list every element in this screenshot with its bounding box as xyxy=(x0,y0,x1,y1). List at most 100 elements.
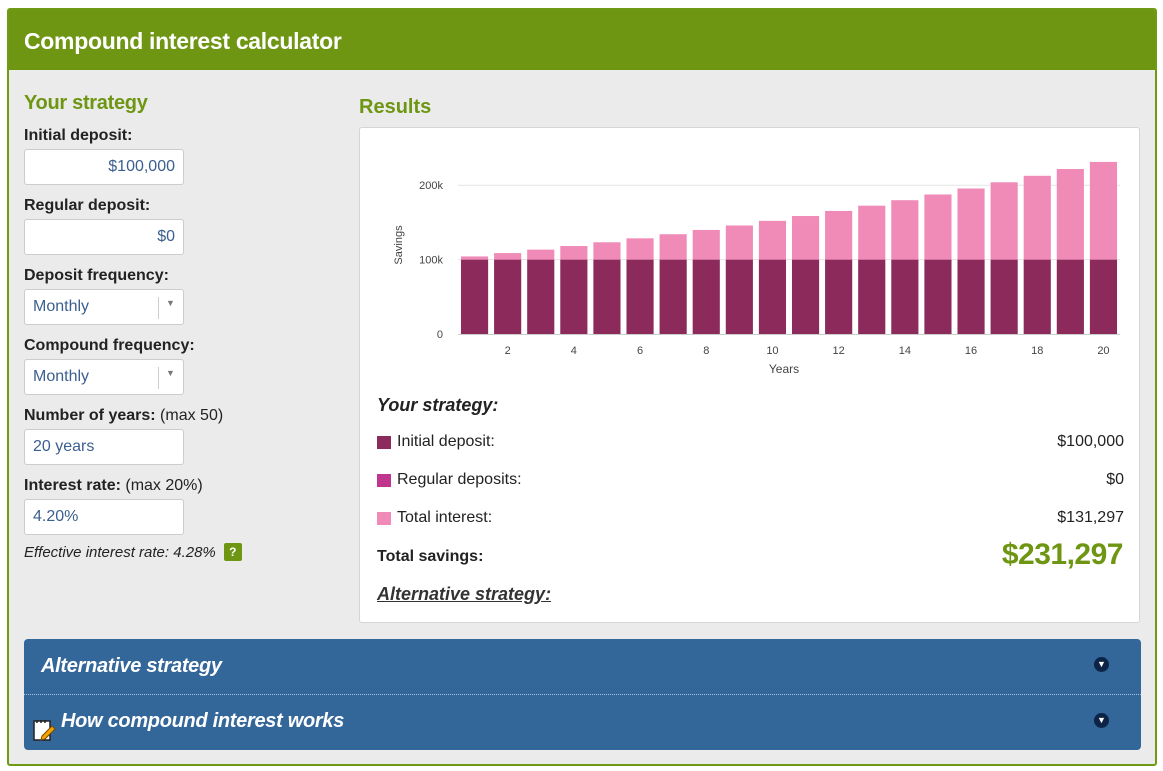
legend-swatch xyxy=(377,436,391,449)
bar-segment xyxy=(924,259,952,334)
strategy-title: Your strategy xyxy=(24,92,148,114)
legend-value: $100,000 xyxy=(1057,433,1124,450)
bar-segment xyxy=(758,259,787,334)
bar-segment xyxy=(1023,175,1051,260)
accordion-title: Alternative strategy xyxy=(41,655,222,677)
interest-rate-label: Interest rate: (max 20%) xyxy=(24,477,344,495)
legend-value: $131,297 xyxy=(1057,509,1124,526)
x-tick-label: 14 xyxy=(899,345,911,357)
deposit-frequency-label: Deposit frequency: xyxy=(24,267,169,284)
interest-rate-label-text: Interest rate: xyxy=(24,477,121,494)
bar-segment xyxy=(659,259,687,334)
accordion: Alternative strategy ▼ How compound inte… xyxy=(24,639,1141,750)
bar-segment xyxy=(725,259,753,334)
years-hint: (max 50) xyxy=(160,407,224,424)
interest-rate-input[interactable]: 4.20% xyxy=(24,499,184,535)
legend-row-initial-deposit: Initial deposit: $100,000 xyxy=(377,433,1124,455)
x-tick-label: 16 xyxy=(965,345,977,357)
bar-segment xyxy=(990,259,1018,334)
y-tick-label: 100k xyxy=(419,255,443,267)
bar-segment xyxy=(990,182,1018,260)
bar-segment xyxy=(692,229,720,260)
bar-segment xyxy=(1056,259,1084,334)
initial-deposit-input[interactable]: $100,000 xyxy=(24,149,184,185)
bar-segment xyxy=(957,188,985,260)
bar-segment xyxy=(725,225,753,260)
chevron-down-icon[interactable]: ▼ xyxy=(1094,657,1109,672)
chevron-down-icon[interactable]: ▼ xyxy=(1094,713,1109,728)
bar-segment xyxy=(626,259,654,334)
bar-segment xyxy=(825,210,853,260)
alternative-strategy-link[interactable]: Alternative strategy: xyxy=(377,584,551,605)
bar-segment xyxy=(593,242,621,260)
bar-segment xyxy=(527,259,555,334)
bar-segment xyxy=(957,259,985,334)
bar-segment xyxy=(791,216,820,260)
initial-deposit-label: Initial deposit: xyxy=(24,127,133,144)
y-tick-label: 200k xyxy=(419,180,443,192)
summary-heading: Your strategy: xyxy=(377,395,499,415)
regular-deposit-label: Regular deposit: xyxy=(24,197,151,214)
deposit-frequency-value: Monthly xyxy=(33,298,90,315)
years-label: Number of years: (max 50) xyxy=(24,407,344,425)
x-tick-label: 2 xyxy=(505,345,511,357)
legend-row-total-interest: Total interest: $131,297 xyxy=(377,509,1124,531)
calculator-frame: Compound interest calculator Your strate… xyxy=(7,8,1157,766)
legend-value: $0 xyxy=(1106,471,1124,488)
bar-segment xyxy=(825,259,853,334)
legend-swatch xyxy=(377,512,391,525)
compound-frequency-select[interactable]: Monthly ▼ xyxy=(24,359,184,395)
bar-segment xyxy=(858,205,886,260)
legend-label: Initial deposit: xyxy=(397,433,495,450)
regular-deposit-input[interactable]: $0 xyxy=(24,219,184,255)
app-title: Compound interest calculator xyxy=(9,10,1155,70)
x-tick-label: 18 xyxy=(1031,345,1043,357)
bar-segment xyxy=(1023,259,1051,334)
y-axis-title: Savings xyxy=(393,225,405,265)
years-label-text: Number of years: xyxy=(24,407,156,424)
effective-rate: Effective interest rate: 4.28%? xyxy=(24,543,344,561)
legend-label: Regular deposits: xyxy=(397,471,522,488)
bar-segment xyxy=(692,259,720,334)
bar-segment xyxy=(1089,259,1118,334)
bar-segment xyxy=(791,259,820,334)
bar-segment xyxy=(593,259,621,334)
bar-segment xyxy=(891,259,919,334)
x-tick-label: 8 xyxy=(703,345,709,357)
x-tick-label: 20 xyxy=(1097,345,1109,357)
bar-segment xyxy=(460,259,489,334)
x-tick-label: 6 xyxy=(637,345,643,357)
deposit-frequency-select[interactable]: Monthly ▼ xyxy=(24,289,184,325)
results-title: Results xyxy=(359,96,432,118)
bar-segment xyxy=(494,259,522,334)
compound-frequency-label: Compound frequency: xyxy=(24,337,195,354)
bar-segment xyxy=(891,200,919,260)
caret-down-icon: ▼ xyxy=(166,298,175,308)
accordion-alternative-strategy[interactable]: Alternative strategy ▼ xyxy=(24,639,1141,694)
years-input[interactable]: 20 years xyxy=(24,429,184,465)
total-savings-label: Total savings: xyxy=(377,548,484,565)
caret-down-icon: ▼ xyxy=(166,368,175,378)
bar-segment xyxy=(560,246,588,260)
savings-chart: 0 100k 200k 2 4 6 8 10 12 14 16 18 20 Years Savings xyxy=(393,161,1120,376)
bar-segment xyxy=(527,249,555,260)
accordion-how-compound-interest-works[interactable]: How compound interest works ▼ xyxy=(24,694,1141,749)
accordion-title: How compound interest works xyxy=(61,710,345,732)
x-tick-label: 12 xyxy=(833,345,845,357)
effective-rate-text: Effective interest rate: 4.28% xyxy=(24,544,216,561)
bar-segment xyxy=(626,238,654,260)
results-card: 0 100k 200k 2 4 6 8 10 12 14 16 18 20 Years Savings Yo… xyxy=(359,127,1140,623)
x-tick-label: 4 xyxy=(571,345,577,357)
bar-segment xyxy=(858,259,886,334)
bar-segment xyxy=(659,234,687,260)
interest-rate-hint: (max 20%) xyxy=(125,477,203,494)
bar-segment xyxy=(560,259,588,334)
notepad-pencil-icon xyxy=(33,720,56,741)
bar-segment xyxy=(1056,169,1084,260)
bar-segment xyxy=(460,256,489,260)
legend-swatch xyxy=(377,474,391,487)
legend-row-regular-deposits: Regular deposits: $0 xyxy=(377,471,1124,493)
help-icon[interactable]: ? xyxy=(223,543,242,561)
x-axis-title: Years xyxy=(769,362,799,376)
select-divider xyxy=(158,367,159,389)
